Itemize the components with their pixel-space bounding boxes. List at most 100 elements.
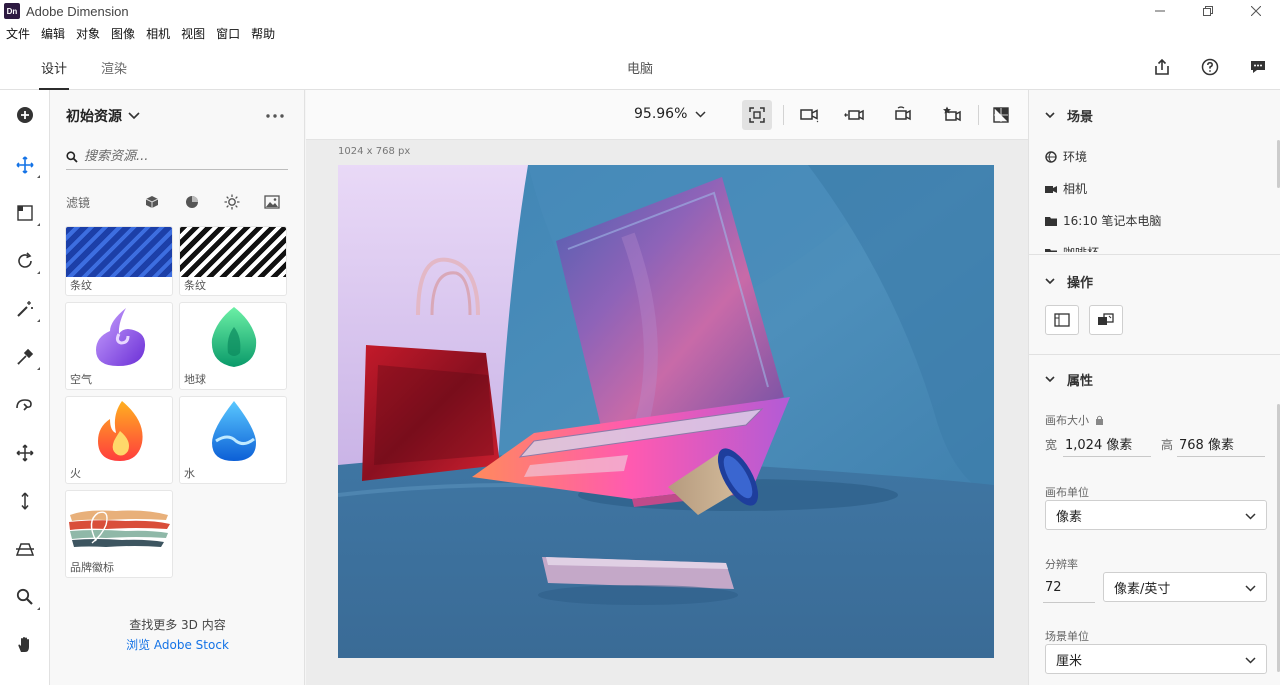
scene-item-coffee-cup[interactable]: 咖啡杯 [1045,244,1099,252]
asset-brand-logo[interactable]: 品牌徽标 [65,490,173,578]
app-logo: Dn [4,3,20,19]
resolution-field[interactable]: 72 [1045,580,1062,595]
more-options-button[interactable] [266,106,284,122]
crop-canvas-button[interactable] [1045,305,1079,335]
scene-section-header[interactable]: 场景 [1045,106,1093,125]
properties-title: 属性 [1067,374,1094,389]
menu-help[interactable]: 帮助 [251,25,275,42]
camera-pan-icon [844,109,864,121]
menu-file[interactable]: 文件 [6,25,30,42]
scene-item-laptop[interactable]: 16:10 笔记本电脑 [1045,212,1161,229]
asset-fire[interactable]: 火 [65,396,173,484]
zoom-dropdown[interactable]: 95.96% [634,106,706,122]
menu-edit[interactable]: 编辑 [41,25,65,42]
menu-view[interactable]: 视图 [181,25,205,42]
feedback-button[interactable] [1247,56,1269,78]
select-tool[interactable] [12,152,40,178]
tab-design[interactable]: 设计 [38,44,70,90]
vertical-move-tool[interactable] [12,488,38,514]
rotate-tool[interactable] [12,248,40,274]
globe-icon [1045,150,1057,163]
resolution-label: 分辨率 [1045,558,1078,571]
help-button[interactable] [1199,56,1221,78]
move-tool[interactable] [12,440,38,466]
image-filter-button[interactable] [264,194,280,210]
folder-icon [1045,247,1057,252]
minimize-button[interactable] [1136,0,1184,22]
add-tool[interactable] [12,102,38,128]
dolly-camera-button[interactable] [888,100,918,130]
marquee-tool[interactable] [12,200,40,226]
fit-to-screen-button[interactable] [742,100,772,130]
scene-item-label: 咖啡杯 [1063,244,1099,252]
width-field[interactable]: 1,024 像素 [1065,434,1132,453]
adobe-stock-link[interactable]: 浏览 Adobe Stock [50,636,305,653]
assets-library-dropdown[interactable]: 初始资源 [66,106,140,126]
render-viewport[interactable] [338,165,994,658]
actions-section-header[interactable]: 操作 [1045,272,1093,291]
width-label: 宽 [1045,438,1058,452]
canvas-units-value: 像素 [1056,509,1083,525]
asset-label: 条纹 [70,279,92,292]
model-filter-button[interactable] [144,194,160,210]
properties-section-header[interactable]: 属性 [1045,370,1093,389]
marquee-icon [17,205,33,221]
camera-bookmark-icon [943,106,961,122]
hand-tool[interactable] [12,632,38,658]
scene-list-clip: 咖啡杯 [1029,240,1277,252]
asset-stripes-black[interactable]: 条纹 [179,226,287,296]
resolution-unit-select[interactable]: 像素/英寸 [1103,572,1267,602]
close-button[interactable] [1232,0,1280,22]
asset-label: 品牌徽标 [70,561,114,574]
menu-window[interactable]: 窗口 [216,25,240,42]
chevron-down-icon [1045,112,1055,119]
canvas-size-text: 画布大小 [1045,414,1089,427]
camera-dolly-icon [895,106,911,121]
menu-object[interactable]: 对象 [76,25,100,42]
pan-camera-button[interactable] [839,100,869,130]
scene-render-image [338,165,994,658]
render-preview-button[interactable] [986,100,1016,130]
match-image-button[interactable] [1089,305,1123,335]
sample-tool[interactable] [12,392,38,418]
eyedropper-icon [17,348,34,365]
canvas-toolbar: 95.96% [306,90,1028,140]
asset-earth[interactable]: 地球 [179,302,287,390]
brand-logo-icon [69,510,170,547]
toolbar-divider [783,105,784,125]
chevron-down-icon [1045,376,1055,383]
horizon-tool[interactable] [12,536,38,562]
asset-water[interactable]: 水 [179,396,287,484]
scene-item-label: 相机 [1063,182,1088,196]
scene-item-environment[interactable]: 环境 [1045,148,1087,165]
match-image-icon [1098,313,1114,325]
orbit-camera-button[interactable] [794,100,824,130]
menu-camera[interactable]: 相机 [146,25,170,42]
light-filter-button[interactable] [224,194,240,210]
magic-wand-tool[interactable] [12,296,40,322]
chevron-down-icon [128,112,140,120]
material-filter-button[interactable] [184,194,200,210]
canvas-units-select[interactable]: 像素 [1045,500,1267,530]
close-icon [1251,6,1261,16]
scene-item-camera[interactable]: 相机 [1045,180,1087,197]
earth-leaf-icon [211,307,257,367]
scene-units-select[interactable]: 厘米 [1045,644,1267,674]
eyedropper-tool[interactable] [12,344,40,370]
asset-stripes-blue[interactable]: 条纹 [65,226,173,296]
maximize-button[interactable] [1184,0,1232,22]
asset-air[interactable]: 空气 [65,302,173,390]
height-field[interactable]: 768 像素 [1179,434,1234,453]
zoom-tool[interactable] [12,584,40,610]
menu-image[interactable]: 图像 [111,25,135,42]
assets-panel: 初始资源 滤镜 条纹 条纹 空 [50,90,351,685]
share-button[interactable] [1151,56,1173,78]
tab-render[interactable]: 渲染 [101,44,127,90]
chevron-down-icon [1245,585,1256,592]
lock-icon[interactable] [1095,415,1104,425]
search-input[interactable] [84,149,274,164]
bookmark-camera-button[interactable] [937,100,967,130]
vertical-move-icon [21,492,29,510]
water-drop-icon [212,401,256,461]
image-filter-icon [264,195,280,209]
